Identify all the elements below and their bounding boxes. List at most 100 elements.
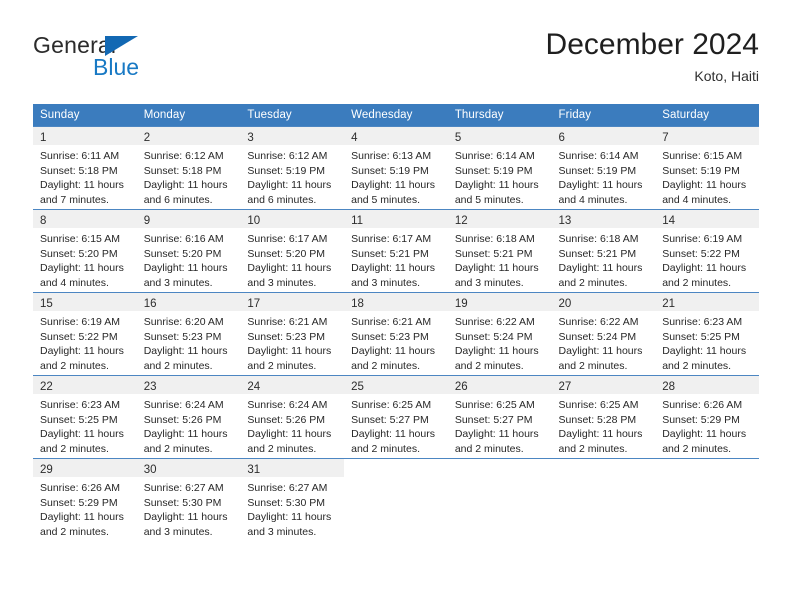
logo-text-blue: Blue [93, 54, 140, 80]
day-number: 7 [662, 132, 669, 144]
calendar-day-cell[interactable]: 31 Sunrise: 6:27 AM Sunset: 5:30 PM Dayligh… [240, 458, 345, 541]
calendar-day-cell[interactable]: 12 Sunrise: 6:18 AM Sunset: 5:21 PM Dayligh… [447, 209, 552, 293]
sunrise-text: Sunrise: 6:18 AM [454, 233, 535, 245]
calendar-day-cell[interactable]: 8 Sunrise: 6:15 AM Sunset: 5:20 PM Daylight… [33, 209, 137, 293]
sunrise-text: Sunrise: 6:21 AM [351, 316, 432, 328]
sunset-text: Sunset: 5:21 PM [558, 247, 637, 260]
daylight-text-line2: and 2 minutes. [40, 359, 109, 372]
daylight-text-line1: Daylight: 11 hours [351, 262, 435, 275]
calendar-day-cell[interactable]: 26 Sunrise: 6:25 AM Sunset: 5:27 PM Dayligh… [447, 375, 552, 459]
daylight-text-line2: and 2 minutes. [662, 359, 732, 372]
location-subtitle: Koto, Haiti [694, 68, 759, 84]
daylight-text-line2: and 3 minutes. [247, 525, 317, 538]
day-number: 17 [247, 298, 261, 310]
sunrise-text: Sunrise: 6:14 AM [558, 150, 639, 162]
daylight-text-line1: Daylight: 11 hours [247, 428, 332, 441]
sunset-text: Sunset: 5:29 PM [40, 496, 118, 509]
daylight-text-line2: and 6 minutes. [143, 193, 213, 206]
daylight-text-line1: Daylight: 11 hours [351, 179, 435, 192]
page-header: General Blue December 2024 Koto, Haiti [33, 26, 759, 96]
daylight-text-line2: and 2 minutes. [247, 442, 317, 455]
daylight-text-line1: Daylight: 11 hours [454, 428, 539, 441]
calendar-page: General Blue December 2024 Koto, Haiti S… [0, 0, 792, 612]
calendar-day-cell[interactable]: 7 Sunrise: 6:15 AM Sunset: 5:19 PM Daylight… [655, 126, 759, 210]
daylight-text-line2: and 2 minutes. [454, 359, 524, 372]
daylight-text-line1: Daylight: 11 hours [454, 262, 539, 275]
sunset-text: Sunset: 5:30 PM [143, 496, 222, 509]
day-number: 24 [247, 381, 261, 393]
calendar-day-cell[interactable]: 1 Sunrise: 6:11 AM Sunset: 5:18 PM Daylight… [33, 126, 137, 210]
sunrise-text: Sunrise: 6:22 AM [454, 316, 535, 328]
calendar-day-cell[interactable]: 14 Sunrise: 6:19 AM Sunset: 5:22 PM Dayligh… [655, 209, 759, 293]
weekday-header-saturday: Saturday [655, 104, 759, 127]
general-blue-logo[interactable]: General Blue [33, 32, 233, 90]
sunrise-text: Sunrise: 6:25 AM [454, 399, 535, 411]
calendar-day-cell[interactable]: 5 Sunrise: 6:14 AM Sunset: 5:19 PM Daylight… [447, 126, 552, 210]
calendar-day-cell[interactable]: 22 Sunrise: 6:23 AM Sunset: 5:25 PM Dayligh… [33, 375, 137, 459]
day-number: 25 [351, 381, 364, 393]
day-number: 27 [558, 381, 572, 393]
calendar-day-cell[interactable]: 11 Sunrise: 6:17 AM Sunset: 5:21 PM Dayligh… [344, 209, 448, 293]
sunset-text: Sunset: 5:29 PM [662, 413, 740, 426]
calendar-day-cell[interactable]: 13 Sunrise: 6:18 AM Sunset: 5:21 PM Dayligh… [551, 209, 656, 293]
calendar-day-cell[interactable]: 2 Sunrise: 6:12 AM Sunset: 5:18 PM Daylight… [136, 126, 241, 210]
sunrise-text: Sunrise: 6:25 AM [351, 399, 432, 411]
sunset-text: Sunset: 5:21 PM [351, 247, 429, 260]
sunset-text: Sunset: 5:27 PM [351, 413, 429, 426]
day-number: 5 [454, 132, 462, 144]
calendar-day-cell[interactable]: 30 Sunrise: 6:27 AM Sunset: 5:30 PM Dayligh… [136, 458, 241, 541]
calendar-day-cell[interactable]: 27 Sunrise: 6:25 AM Sunset: 5:28 PM Dayligh… [551, 375, 656, 459]
sunset-text: Sunset: 5:19 PM [247, 164, 326, 177]
daylight-text-line2: and 2 minutes. [351, 442, 420, 455]
daylight-text-line1: Daylight: 11 hours [662, 262, 747, 275]
daylight-text-line2: and 7 minutes. [40, 193, 109, 206]
calendar-day-cell[interactable]: 10 Sunrise: 6:17 AM Sunset: 5:20 PM Dayligh… [240, 209, 345, 293]
daylight-text-line2: and 2 minutes. [351, 359, 420, 372]
calendar-day-cell[interactable]: 16 Sunrise: 6:20 AM Sunset: 5:23 PM Dayligh… [136, 292, 241, 376]
calendar-day-cell[interactable]: 17 Sunrise: 6:21 AM Sunset: 5:23 PM Dayligh… [240, 292, 345, 376]
daylight-text-line2: and 6 minutes. [247, 193, 317, 206]
sunrise-text: Sunrise: 6:12 AM [247, 150, 328, 162]
calendar-day-cell[interactable]: 23 Sunrise: 6:24 AM Sunset: 5:26 PM Dayligh… [136, 375, 241, 459]
daylight-text-line1: Daylight: 11 hours [247, 179, 332, 192]
calendar-day-cell[interactable]: 4 Sunrise: 6:13 AM Sunset: 5:19 PM Daylight… [344, 126, 448, 210]
weekday-header-sunday: Sunday [33, 104, 137, 127]
daylight-text-line1: Daylight: 11 hours [662, 179, 747, 192]
calendar-day-cell[interactable]: 3 Sunrise: 6:12 AM Sunset: 5:19 PM Daylight… [240, 126, 345, 210]
calendar-week-row: 22 Sunrise: 6:23 AM Sunset: 5:25 PM Dayligh… [33, 375, 759, 459]
calendar-day-cell[interactable]: 29 Sunrise: 6:26 AM Sunset: 5:29 PM Dayligh… [33, 458, 137, 541]
calendar-day-cell[interactable]: 24 Sunrise: 6:24 AM Sunset: 5:26 PM Dayligh… [240, 375, 345, 459]
daylight-text-line1: Daylight: 11 hours [143, 345, 228, 358]
day-number: 22 [40, 381, 53, 393]
calendar-day-cell[interactable]: 20 Sunrise: 6:22 AM Sunset: 5:24 PM Dayligh… [551, 292, 656, 376]
sunrise-text: Sunrise: 6:15 AM [40, 233, 120, 245]
weekday-header-wednesday: Wednesday [344, 104, 448, 127]
calendar-day-cell[interactable]: 9 Sunrise: 6:16 AM Sunset: 5:20 PM Daylight… [136, 209, 241, 293]
calendar-day-cell[interactable]: 28 Sunrise: 6:26 AM Sunset: 5:29 PM Dayligh… [655, 375, 759, 459]
sunset-text: Sunset: 5:19 PM [662, 164, 740, 177]
calendar-day-cell[interactable]: 15 Sunrise: 6:19 AM Sunset: 5:22 PM Dayligh… [33, 292, 137, 376]
sunrise-text: Sunrise: 6:27 AM [143, 482, 224, 494]
daylight-text-line2: and 3 minutes. [247, 276, 317, 289]
sunrise-text: Sunrise: 6:23 AM [40, 399, 120, 411]
daylight-text-line2: and 3 minutes. [351, 276, 420, 289]
calendar-day-cell[interactable]: 19 Sunrise: 6:22 AM Sunset: 5:24 PM Dayligh… [447, 292, 552, 376]
day-number: 9 [143, 215, 151, 227]
calendar-day-cell[interactable]: 18 Sunrise: 6:21 AM Sunset: 5:23 PM Dayligh… [344, 292, 448, 376]
day-number: 16 [143, 298, 157, 310]
daylight-text-line1: Daylight: 11 hours [247, 345, 332, 358]
daylight-text-line2: and 2 minutes. [40, 442, 109, 455]
calendar-day-cell[interactable]: 25 Sunrise: 6:25 AM Sunset: 5:27 PM Dayligh… [344, 375, 448, 459]
daylight-text-line1: Daylight: 11 hours [558, 262, 643, 275]
sunrise-sunset-calendar: Sunday Monday Tuesday Wednesday Thursday… [33, 104, 759, 541]
sunset-text: Sunset: 5:23 PM [351, 330, 429, 343]
calendar-week-row: 8 Sunrise: 6:15 AM Sunset: 5:20 PM Daylight… [33, 209, 759, 293]
daylight-text-line1: Daylight: 11 hours [351, 428, 435, 441]
daylight-text-line1: Daylight: 11 hours [247, 511, 332, 524]
sunset-text: Sunset: 5:19 PM [351, 164, 429, 177]
calendar-day-cell[interactable]: 6 Sunrise: 6:14 AM Sunset: 5:19 PM Daylight… [551, 126, 656, 210]
daylight-text-line1: Daylight: 11 hours [558, 179, 643, 192]
calendar-day-cell[interactable]: 21 Sunrise: 6:23 AM Sunset: 5:25 PM Dayligh… [655, 292, 759, 376]
sunrise-text: Sunrise: 6:12 AM [143, 150, 224, 162]
daylight-text-line2: and 3 minutes. [143, 276, 213, 289]
